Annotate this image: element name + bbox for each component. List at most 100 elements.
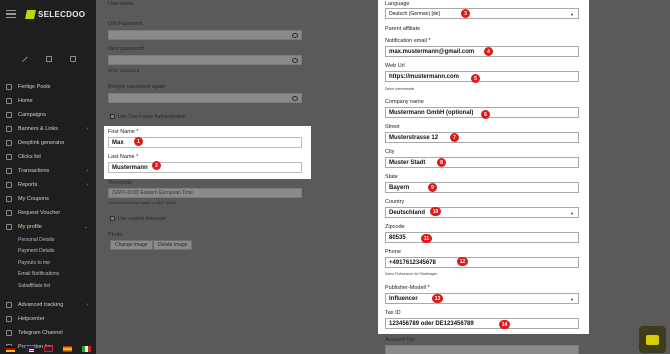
flag-us-icon[interactable] [25,346,34,352]
logo[interactable]: SELECDOO [25,9,86,19]
badge: 11 [421,234,432,243]
last-name-input[interactable]: Mustermann [108,162,302,173]
retype-password-field[interactable] [108,93,302,103]
chevron-down-icon: ⌄ [83,224,88,230]
language-flags [6,346,91,352]
chat-button[interactable] [639,326,666,353]
badge: 8 [437,158,446,167]
sidebar: SELECDOO Fertige Pools Home Campaigns Ba… [0,0,96,354]
tax-id-label: Tax ID [385,310,401,316]
badge: 13 [432,294,443,303]
chevron-down-icon: ▼ [570,211,574,216]
photo-label: Photo [108,232,123,238]
language-select[interactable]: Deutsch (German) [de] ▼ [385,8,579,19]
sidebar-item[interactable]: Transactions › [0,164,96,178]
profile-tools [0,54,96,64]
old-password-label: Old Password [108,21,143,27]
retype-password-label: Retype password again [108,84,166,90]
badge: 5 [471,74,480,83]
badge: 3 [461,9,470,18]
chevron-down-icon: ▼ [570,297,574,302]
delete-image-button[interactable]: Delete image [153,240,193,250]
transactions-icon [6,168,12,174]
sidebar-item[interactable]: Telegram Channel [0,326,96,340]
sidebar-item[interactable]: Home [0,94,96,108]
sidebar-item[interactable]: Helpcenter [0,312,96,326]
flag-gb-icon[interactable] [44,346,53,352]
deeplink-icon [6,140,12,146]
chevron-icon: › [86,182,88,188]
sidebar-item[interactable]: Campaigns [0,108,96,122]
top-bar: SELECDOO [0,0,96,28]
telegram-icon [6,329,12,336]
account-type-select[interactable] [385,345,579,354]
chevron-icon: › [86,126,88,132]
eye-icon[interactable] [292,33,298,38]
reports-icon [6,182,12,188]
two-factor-checkbox[interactable] [110,114,115,119]
badge: 14 [499,320,510,329]
zipcode-label: Zipcode [385,224,405,230]
badge: 1 [134,137,143,146]
web-url-input[interactable]: https://mustermann.com [385,71,579,82]
sidebar-subitem[interactable]: Email Notifications [0,269,96,281]
badge: 12 [457,257,468,266]
flag-it-icon[interactable] [82,346,91,352]
sidebar-subitem[interactable]: Personal Details [0,234,96,246]
edit-icon[interactable] [20,55,28,63]
voucher-icon [6,210,12,216]
sidebar-item[interactable]: Clicks list [0,150,96,164]
state-input[interactable]: Bayern [385,182,579,193]
sidebar-nav: Fertige Pools Home Campaigns Banners & L… [0,80,96,354]
coupon-icon [6,196,12,202]
username-label: Username [108,1,134,7]
hamburger-menu-icon[interactable] [6,9,16,19]
sidebar-item[interactable]: Deeplink generator [0,136,96,150]
sidebar-item[interactable]: My profile ⌄ [0,220,96,234]
zipcode-input[interactable]: 80535 [385,232,579,243]
sidebar-item[interactable]: Request Voucher [0,206,96,220]
badge: 9 [428,183,437,192]
web-url-hint: Deine Internetseite [385,87,415,91]
old-password-field[interactable] [108,30,302,40]
country-select[interactable]: Deutschland ▼ [385,207,579,218]
city-input[interactable]: Muster Stadt [385,157,579,168]
publisher-model-label: Publisher-Modell * [385,285,430,291]
chevron-down-icon: ▼ [570,12,574,17]
account-type-label: Account Typ [385,337,416,343]
chevron-icon: › [86,168,88,174]
user-icon [6,224,12,230]
sidebar-item[interactable]: My Coupons [0,192,96,206]
sidebar-subitem[interactable]: Payment Details [0,246,96,258]
publisher-model-select[interactable]: Influencer ▼ [385,293,579,304]
timezone-select[interactable]: (GMT+3:00) Eastern European Time [108,188,302,198]
notification-email-input[interactable]: max.mustermann@gmail.com [385,46,579,57]
sidebar-subitem[interactable]: Subaffiliate list [0,280,96,292]
eye-icon[interactable] [292,58,298,63]
two-factor-label: Use Two-Factor Authentication [118,114,186,120]
timezone-label: Timezone [108,180,132,186]
first-name-label: First Name * [108,129,139,135]
custom-timezone-checkbox[interactable] [110,216,115,221]
phone-input[interactable]: +4917612345678 [385,257,579,268]
flag-es-icon[interactable] [63,346,72,352]
flag-de-icon[interactable] [6,346,15,352]
home-icon [6,98,12,104]
tax-id-input[interactable]: 123456789 oder DE123456789 [385,318,579,329]
eye-icon[interactable] [292,96,298,101]
sidebar-subitem[interactable]: Payouts to me [0,257,96,269]
chat-icon [646,334,659,345]
monitor-icon[interactable] [45,56,52,62]
sidebar-item[interactable]: Fertige Pools [0,80,96,94]
street-input[interactable]: Musterstrasse 12 [385,132,579,143]
sidebar-item[interactable]: Banners & Links › [0,122,96,136]
tracking-icon [6,301,12,308]
trash-icon[interactable] [69,56,76,62]
new-password-label: New password [108,46,145,52]
new-password-field[interactable] [108,55,302,65]
new-password-placeholder: Enter password [108,68,140,73]
change-image-button[interactable]: Change image [110,240,153,250]
sidebar-item[interactable]: Reports › [0,178,96,192]
sidebar-item[interactable]: Advanced tracking › [0,298,96,312]
logo-text: SELECDOO [38,9,86,19]
